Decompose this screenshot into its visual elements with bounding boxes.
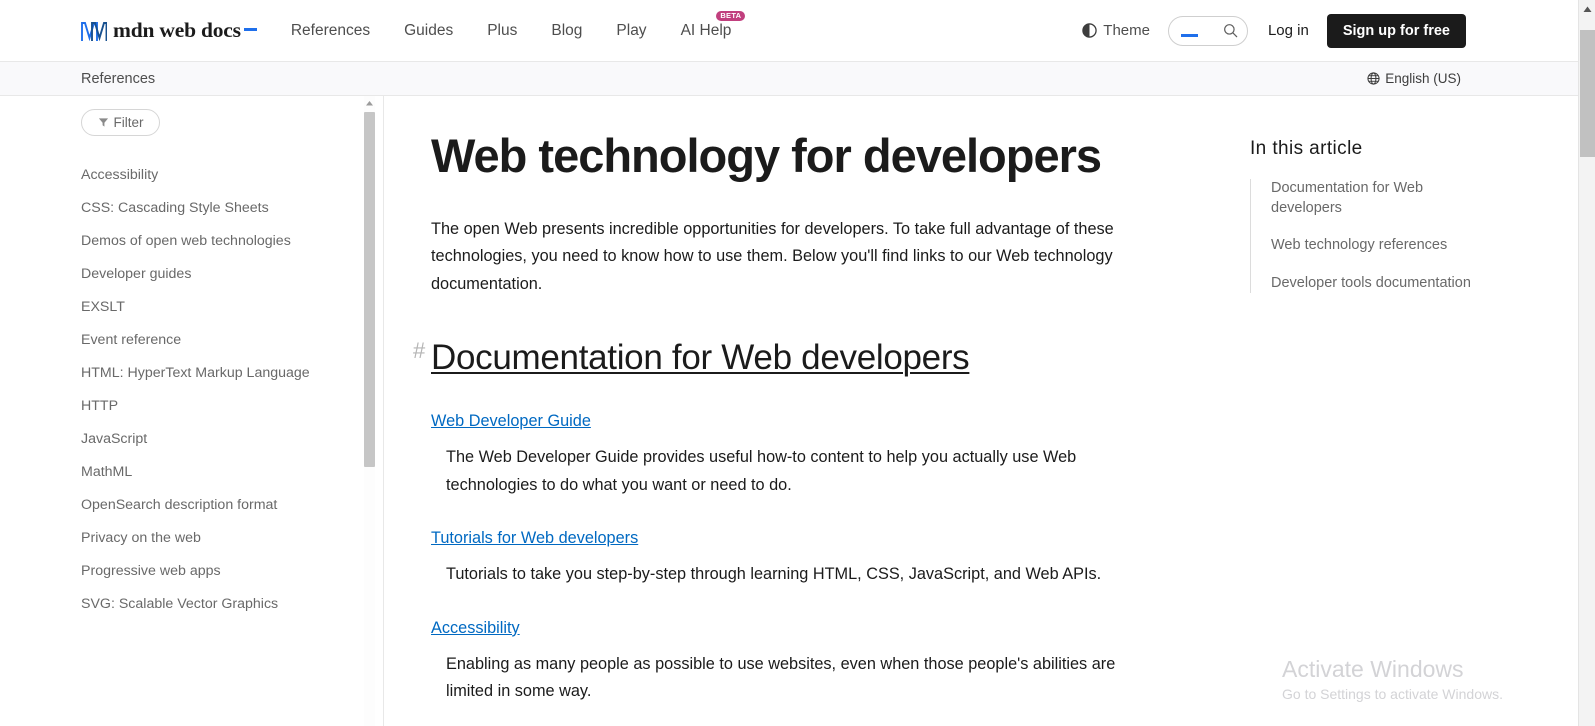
sidebar-item-accessibility[interactable]: Accessibility [0,158,383,191]
sidebar-item-exslt[interactable]: EXSLT [0,290,383,323]
sidebar-scrollbar[interactable] [364,96,375,726]
breadcrumb-bar: References English (US) [0,62,1578,96]
sidebar-list: Accessibility CSS: Cascading Style Sheet… [0,158,383,620]
scroll-up-arrow-icon[interactable] [364,98,375,109]
browser-page: mdn web docs References Guides Plus Blog… [0,0,1595,726]
toc-item-documentation-for-web-developers[interactable]: Documentation for Web developers [1271,179,1486,218]
nav-item-play[interactable]: Play [599,22,663,40]
main-nav: References Guides Plus Blog Play AI Help… [274,10,749,40]
globe-icon [1367,72,1380,85]
body-layout: Filter Accessibility CSS: Cascading Styl… [0,96,1578,726]
search-input[interactable] [1167,15,1248,46]
nav-item-plus[interactable]: Plus [470,22,534,40]
sidebar-item-event-reference[interactable]: Event reference [0,323,383,356]
sidebar-item-svg[interactable]: SVG: Scalable Vector Graphics [0,587,383,620]
sidebar-item-html[interactable]: HTML: HyperText Markup Language [0,356,383,389]
mdn-m-logo-icon [81,21,107,41]
sidebar: Filter Accessibility CSS: Cascading Styl… [0,96,384,726]
entry-term-accessibility[interactable]: Accessibility [431,619,1169,638]
beta-badge: BETA [716,10,746,21]
contrast-icon [1082,23,1097,38]
sidebar-item-developer-guides[interactable]: Developer guides [0,257,383,290]
nav-item-references[interactable]: References [274,22,387,40]
section-heading-link[interactable]: Documentation for Web developers [431,338,970,378]
mdn-logo[interactable]: mdn web docs [81,18,257,43]
search-icon [1224,24,1238,38]
site-header: mdn web docs References Guides Plus Blog… [0,0,1578,62]
section-heading: # Documentation for Web developers [413,338,1169,378]
theme-label: Theme [1103,22,1150,39]
nav-item-ai-help[interactable]: AI Help BETA [664,10,749,40]
sidebar-item-demos[interactable]: Demos of open web technologies [0,224,383,257]
login-link[interactable]: Log in [1268,22,1309,39]
browser-scrollbar-thumb[interactable] [1580,30,1595,157]
entry-description: Tutorials to take you step-by-step throu… [446,565,1102,584]
search-caret [1180,33,1198,37]
sidebar-item-http[interactable]: HTTP [0,389,383,422]
sidebar-scrollbar-thumb[interactable] [364,112,375,467]
theme-toggle-button[interactable]: Theme [1082,22,1150,39]
nav-item-blog[interactable]: Blog [534,22,599,40]
toc-title: In this article [1250,138,1363,159]
filter-button[interactable]: Filter [81,109,160,136]
entry-term-web-developer-guide[interactable]: Web Developer Guide [431,412,1169,431]
nav-item-guides[interactable]: Guides [387,22,470,40]
filter-label: Filter [113,115,144,130]
toc-list: Documentation for Web developers Web tec… [1250,179,1577,293]
nav-label: References [290,21,371,39]
entry-term-tutorials-for-web-developers[interactable]: Tutorials for Web developers [431,529,1169,548]
nav-label: Guides [404,21,454,39]
nav-label: Play [616,21,647,39]
article-content: Web technology for developers The open W… [384,96,1229,726]
anchor-hash-icon[interactable]: # [413,338,425,364]
entry-description: Enabling as many people as possible to u… [446,654,1116,701]
sidebar-item-css[interactable]: CSS: Cascading Style Sheets [0,191,383,224]
signup-button[interactable]: Sign up for free [1326,13,1466,48]
browser-scroll-up-arrow-icon[interactable] [1581,3,1594,16]
browser-scrollbar[interactable] [1578,0,1595,726]
intro-paragraph: The open Web presents incredible opportu… [431,219,1114,293]
sidebar-item-opensearch[interactable]: OpenSearch description format [0,488,383,521]
sidebar-item-progressive-web-apps[interactable]: Progressive web apps [0,554,383,587]
breadcrumb-references[interactable]: References [81,71,155,87]
mdn-logo-underscore [243,28,257,31]
language-label: English (US) [1385,71,1461,86]
entry-description: The Web Developer Guide provides useful … [446,448,1077,494]
page-title: Web technology for developers [431,129,1102,182]
sidebar-item-javascript[interactable]: JavaScript [0,422,383,455]
nav-label: Plus [487,21,518,39]
nav-label: AI Help [680,21,732,39]
toc-item-developer-tools-documentation[interactable]: Developer tools documentation [1271,274,1486,294]
definition-list: Web Developer Guide The Web Developer Gu… [431,412,1169,706]
mdn-logo-text: mdn web docs [113,18,241,42]
toc-item-web-technology-references[interactable]: Web technology references [1271,236,1486,256]
header-actions: Theme Log in Sign up for free [1082,13,1466,48]
language-selector[interactable]: English (US) [1367,71,1461,86]
funnel-icon [98,118,108,127]
in-this-article-panel: In this article Documentation for Web de… [1229,96,1577,726]
nav-label: Blog [551,21,583,39]
sidebar-item-mathml[interactable]: MathML [0,455,383,488]
sidebar-item-privacy[interactable]: Privacy on the web [0,521,383,554]
